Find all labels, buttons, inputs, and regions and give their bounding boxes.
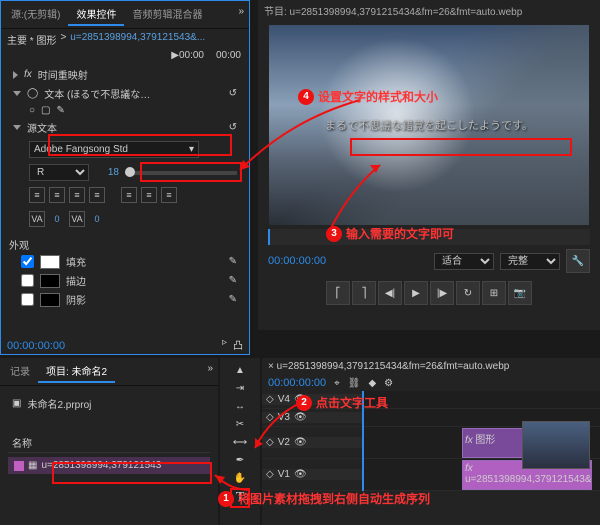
align-left-icon[interactable]: ≡ <box>29 187 45 203</box>
panel-menu-icon[interactable]: » <box>235 3 247 26</box>
pen-tool[interactable]: ✒ <box>232 452 248 468</box>
fill-label: 填充 <box>66 254 86 269</box>
breadcrumb-main: 主要 * 图形 <box>7 32 56 47</box>
tab-effect-controls[interactable]: 效果控件 <box>68 3 124 26</box>
stroke-color-swatch[interactable] <box>40 274 60 288</box>
clip-thumbnail-icon: ▦ <box>28 460 37 471</box>
font-size-value[interactable]: 18 <box>95 167 119 178</box>
snap-icon[interactable]: ⌖ <box>334 378 340 389</box>
eyedropper-icon[interactable]: ✎ <box>229 294 237 305</box>
anno-box-size <box>140 162 242 182</box>
stroke-label: 描边 <box>66 273 86 288</box>
hand-tool[interactable]: ✋ <box>232 470 248 486</box>
program-monitor-panel: 节目: u=2851398994,3791215434&fm=26&fmt=au… <box>258 0 600 330</box>
reset-icon[interactable]: ↺ <box>229 122 237 133</box>
section-appearance: 外观 <box>9 237 241 252</box>
marker-icon[interactable]: ◆ <box>368 378 376 389</box>
safe-margins-button[interactable]: ⊞ <box>482 281 506 305</box>
project-file-label: 未命名2.prproj <box>27 396 91 411</box>
sequence-name[interactable]: u=2851398994,3791215434&fm=26&fmt=auto.w… <box>277 361 510 372</box>
loop-button[interactable]: ↻ <box>456 281 480 305</box>
anno-2: 2点击文字工具 <box>296 394 388 411</box>
slip-tool[interactable]: ⟷ <box>232 434 248 450</box>
anno-4: 4设置文字的样式和大小 <box>298 88 438 105</box>
program-title: 节目: u=2851398994,3791215434&fm=26&fmt=au… <box>258 0 600 21</box>
settings-icon[interactable]: ⚙ <box>384 378 393 389</box>
project-panel: 记录 项目: 未命名2 » ▣ 未命名2.prproj 名称 ▦ u=28513… <box>0 358 218 525</box>
settings-button[interactable]: 🔧 <box>566 249 590 273</box>
tab-record[interactable]: 记录 <box>2 360 38 383</box>
anno-box-subtitle <box>350 138 572 156</box>
step-fwd-button[interactable]: |▶ <box>430 281 454 305</box>
tracking-icon[interactable]: VA <box>29 211 45 227</box>
fill-color-swatch[interactable] <box>40 255 60 269</box>
eye-icon[interactable]: 👁 <box>294 437 307 448</box>
shadow-checkbox[interactable] <box>21 293 34 306</box>
clip-type-icon <box>14 461 24 471</box>
align-justify-icon[interactable]: ≡ <box>89 187 105 203</box>
tab-audio-mixer[interactable]: 音频剪辑混合器 <box>124 3 210 26</box>
anno-3: 3输入需要的文字即可 <box>326 225 454 242</box>
step-back-button[interactable]: ◀| <box>378 281 402 305</box>
bin-icon: ▣ <box>12 398 21 409</box>
program-timecode[interactable]: 00:00:00:00 <box>268 255 326 267</box>
selection-tool[interactable]: ▲ <box>232 362 248 378</box>
mark-out-button[interactable]: ⎤ <box>352 281 376 305</box>
quality-select[interactable]: 完整 <box>500 253 560 270</box>
ruler-start: ▶00:00 <box>171 50 204 61</box>
timeline-clip-thumbnail[interactable] <box>522 421 590 469</box>
zoom-out-icon[interactable]: ▹ <box>222 337 227 352</box>
program-viewer[interactable]: まるで不思議な錯覚を起こしたようです。 <box>269 25 589 225</box>
anno-1: 1将图片素材拖拽到右侧自动生成序列 <box>218 490 430 507</box>
anno-box-font <box>48 134 232 156</box>
breadcrumb-clip[interactable]: u=2851398994,379121543&... <box>70 32 205 47</box>
tab-project[interactable]: 项目: 未命名2 <box>38 360 115 383</box>
track-toggle-icon[interactable]: ◇ <box>266 394 274 405</box>
video-subtitle-text: まるで不思議な錯覚を起こしたようです。 <box>325 117 533 133</box>
mask-rect-icon[interactable]: ▢ <box>41 105 50 116</box>
export-icon[interactable]: 凸 <box>233 337 243 352</box>
stroke-checkbox[interactable] <box>21 274 34 287</box>
eye-icon[interactable]: 👁 <box>294 469 307 480</box>
align-center-icon[interactable]: ≡ <box>49 187 65 203</box>
kerning-icon[interactable]: VA <box>69 211 85 227</box>
reset-icon[interactable]: ↺ <box>229 88 237 99</box>
section-time-remap[interactable]: fx 时间重映射 <box>9 65 241 84</box>
eyedropper-icon[interactable]: ✎ <box>229 256 237 267</box>
ripple-tool[interactable]: ↔ <box>232 398 248 414</box>
eye-icon[interactable]: 👁 <box>294 412 307 423</box>
align-top-icon[interactable]: ≡ <box>121 187 137 203</box>
shadow-color-swatch[interactable] <box>40 293 60 307</box>
shadow-label: 阴影 <box>66 292 86 307</box>
align-bottom-icon[interactable]: ≡ <box>161 187 177 203</box>
mark-in-button[interactable]: ⎡ <box>326 281 350 305</box>
font-style-select[interactable]: R <box>29 164 89 181</box>
eyedropper-icon[interactable]: ✎ <box>229 275 237 286</box>
track-select-tool[interactable]: ⇥ <box>232 380 248 396</box>
track-toggle-icon[interactable]: ◇ <box>266 437 274 448</box>
timeline-timecode[interactable]: 00:00:00:00 <box>268 377 326 389</box>
align-middle-icon[interactable]: ≡ <box>141 187 157 203</box>
mask-ellipse-icon[interactable]: ○ <box>29 105 35 116</box>
fx-timecode[interactable]: 00:00:00:00 <box>7 340 65 352</box>
panel-menu-icon[interactable]: » <box>204 360 216 383</box>
ruler-end: 00:00 <box>216 50 241 61</box>
align-right-icon[interactable]: ≡ <box>69 187 85 203</box>
mask-pen-icon[interactable]: ✎ <box>57 105 65 116</box>
razor-tool[interactable]: ✂ <box>232 416 248 432</box>
linked-sel-icon[interactable]: ⛓ <box>348 378 361 389</box>
fill-checkbox[interactable] <box>21 255 34 268</box>
fit-select[interactable]: 适合 <box>434 253 494 270</box>
export-frame-button[interactable]: 📷 <box>508 281 532 305</box>
anno-box-clip <box>52 462 212 484</box>
track-toggle-icon[interactable]: ◇ <box>266 412 274 423</box>
play-button[interactable]: ▶ <box>404 281 428 305</box>
track-toggle-icon[interactable]: ◇ <box>266 469 274 480</box>
tab-source[interactable]: 源:(无剪辑) <box>3 3 68 26</box>
column-name[interactable]: 名称 <box>8 433 210 453</box>
section-text[interactable]: ◯ 文本 (ほるで不思議な… ↺ <box>9 84 241 103</box>
wrench-icon: 🔧 <box>572 256 584 267</box>
